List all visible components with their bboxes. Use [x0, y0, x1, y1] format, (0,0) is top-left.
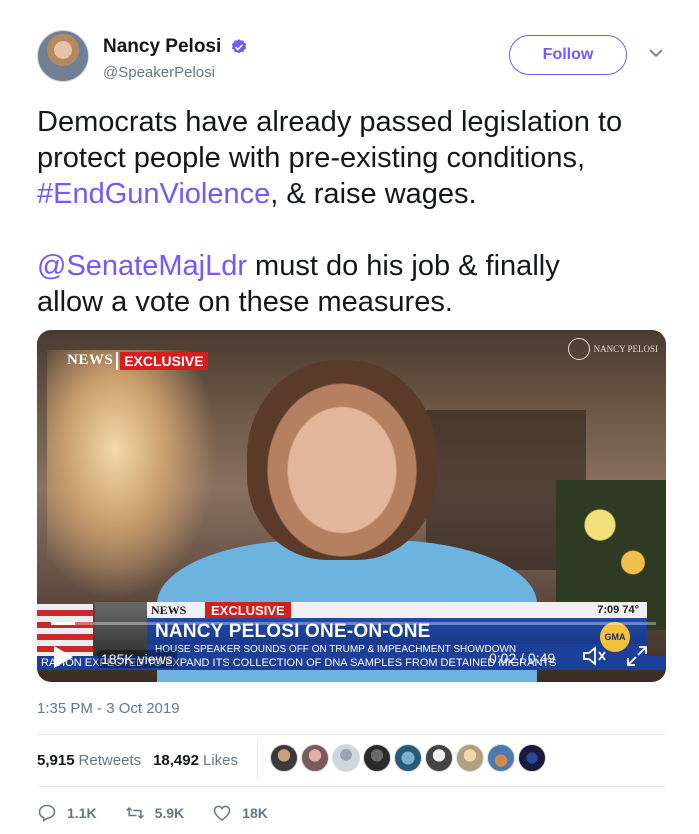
video-time: 0:02 / 0:49	[489, 650, 556, 666]
retweets-label[interactable]: Retweets	[79, 752, 142, 769]
divider	[37, 786, 665, 787]
tweet-line-1: Democrats have already passed legislatio…	[37, 106, 623, 138]
divider	[37, 734, 665, 735]
author-name-row: Nancy Pelosi	[103, 36, 248, 58]
video-subject	[247, 360, 437, 560]
liker-avatar[interactable]	[270, 744, 298, 772]
video-progress-bar[interactable]	[51, 622, 656, 625]
lower-news-text: NEWS	[151, 602, 187, 617]
follow-button[interactable]: Follow	[509, 35, 627, 75]
liker-avatar[interactable]	[332, 744, 360, 772]
mention-link[interactable]: @SenateMajLdr	[37, 250, 247, 282]
reply-button[interactable]: 1.1K	[37, 803, 97, 823]
like-count: 18K	[242, 805, 268, 821]
lower-exclusive-text: EXCLUSIVE	[205, 602, 291, 618]
chevron-down-icon[interactable]	[649, 48, 663, 58]
retweet-icon	[125, 806, 144, 820]
liker-avatar[interactable]	[394, 744, 422, 772]
hashtag-link[interactable]: #EndGunViolence	[37, 178, 270, 210]
lower-third-news-bar: NEWS EXCLUSIVE 7:09 74°	[147, 602, 647, 618]
lower-third-sub-bar: HOUSE SPEAKER SOUNDS OFF ON TRUMP & IMPE…	[147, 644, 647, 656]
liker-avatar[interactable]	[487, 744, 515, 772]
watermark-text: NANCY PELOSI	[593, 344, 658, 354]
tweet-header: Nancy Pelosi @SpeakerPelosi Follow	[37, 30, 665, 90]
tweet-actions: 1.1K 5.9K 18K	[37, 800, 296, 826]
author-name[interactable]: Nancy Pelosi	[103, 36, 221, 58]
abc-news-exclusive-logo: NEWS EXCLUSIVE	[67, 352, 208, 370]
tweet-timestamp[interactable]: 1:35 PM - 3 Oct 2019	[37, 700, 180, 717]
view-count: 185K views	[97, 650, 177, 668]
lower-subline: HOUSE SPEAKER SOUNDS OFF ON TRUMP & IMPE…	[155, 644, 517, 655]
liker-avatar[interactable]	[425, 744, 453, 772]
liker-avatar[interactable]	[518, 744, 546, 772]
lower-third: NEWS EXCLUSIVE 7:09 74° NANCY PELOSI ONE…	[37, 602, 666, 682]
watermark: NANCY PELOSI	[567, 338, 658, 360]
liker-avatar[interactable]	[363, 744, 391, 772]
seal-icon	[567, 338, 590, 360]
video-player[interactable]: NEWS EXCLUSIVE NANCY PELOSI NEWS EXCLUSI…	[37, 330, 666, 682]
fullscreen-icon[interactable]	[625, 644, 649, 668]
tweet-line-4: @SenateMajLdr must do his job & finally	[37, 248, 665, 284]
tweet-stats: 5,915 Retweets 18,492 Likes	[37, 748, 250, 772]
likes-label[interactable]: Likes	[203, 752, 238, 769]
tweet-text: Democrats have already passed legislatio…	[37, 104, 665, 320]
volume-muted-icon[interactable]	[582, 645, 608, 667]
likers-avatars	[270, 744, 546, 772]
tweet-line-4-rest: must do his job & finally	[247, 250, 560, 282]
heart-icon	[213, 805, 231, 821]
author-handle[interactable]: @SpeakerPelosi	[103, 64, 215, 81]
tweet-line-3: #EndGunViolence, & raise wages.	[37, 176, 665, 212]
verified-badge-icon	[231, 39, 246, 54]
tweet-line-3-rest: , & raise wages.	[270, 178, 477, 210]
retweet-count: 5.9K	[154, 805, 185, 821]
video-progress-fill	[51, 622, 76, 625]
stats-separator	[257, 738, 258, 780]
play-icon[interactable]	[52, 645, 74, 669]
lower-clock-text: 7:09 74°	[597, 604, 639, 616]
like-button[interactable]: 18K	[212, 803, 268, 823]
tweet-line-2: protect people with pre-existing conditi…	[37, 142, 586, 174]
reply-icon	[38, 804, 56, 822]
avatar[interactable]	[37, 30, 89, 82]
exclusive-logo-text: EXCLUSIVE	[120, 352, 208, 370]
retweet-button[interactable]: 5.9K	[125, 803, 185, 823]
news-logo-text: NEWS	[67, 352, 119, 370]
retweets-count[interactable]: 5,915	[37, 752, 75, 769]
likes-count[interactable]: 18,492	[153, 752, 199, 769]
reply-count: 1.1K	[67, 805, 97, 821]
liker-avatar[interactable]	[301, 744, 329, 772]
tweet-line-5: allow a vote on these measures.	[37, 286, 453, 318]
liker-avatar[interactable]	[456, 744, 484, 772]
